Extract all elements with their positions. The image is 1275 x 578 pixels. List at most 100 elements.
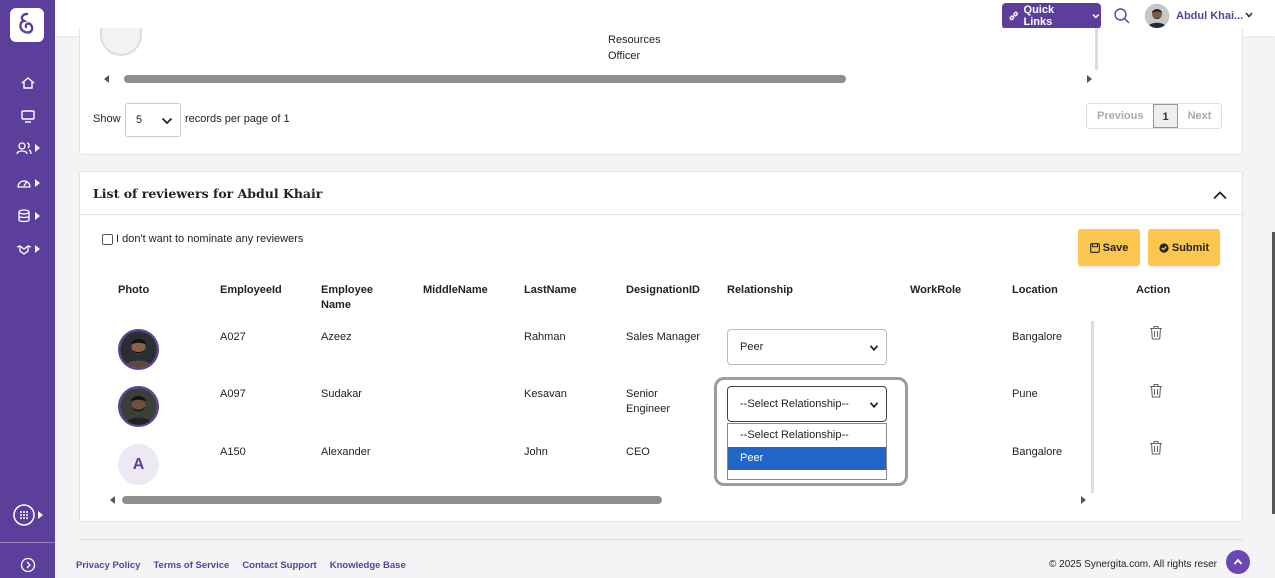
expand-caret-icon bbox=[37, 511, 43, 519]
page-size-value: 5 bbox=[136, 114, 143, 126]
scrollbar-thumb[interactable] bbox=[122, 496, 662, 504]
records-per-page-label: records per page of 1 bbox=[185, 113, 290, 125]
employee-photo bbox=[118, 386, 159, 427]
horizontal-scrollbar[interactable] bbox=[104, 75, 1092, 83]
no-nomination-checkbox[interactable]: I don't want to nominate any reviewers bbox=[102, 233, 303, 245]
employee-records-panel: Resources Officer Show 5 records per pag… bbox=[79, 28, 1243, 155]
scroll-left-arrow-icon[interactable] bbox=[110, 496, 115, 504]
synergita-logo-icon bbox=[19, 12, 34, 34]
save-label: Save bbox=[1102, 241, 1129, 254]
designation-line: Engineer bbox=[626, 403, 671, 415]
terms-of-service-link[interactable]: Terms of Service bbox=[153, 560, 229, 571]
relationship-value: Peer bbox=[740, 341, 764, 353]
reviewers-panel-title: List of reviewers for Abdul Khair bbox=[93, 186, 323, 201]
vertical-scrollbar[interactable] bbox=[1091, 321, 1094, 493]
submit-button[interactable]: Submit bbox=[1148, 229, 1220, 266]
gauge-icon[interactable] bbox=[0, 172, 55, 194]
chevron-down-icon bbox=[869, 345, 879, 352]
employee-name-cell: Sudakar bbox=[321, 388, 362, 400]
copyright-text: © 2025 Synergita.com. All rights reser bbox=[1049, 559, 1217, 570]
last-name-cell: Kesavan bbox=[524, 388, 567, 400]
location-cell: Bangalore bbox=[1012, 331, 1063, 343]
quick-links-button[interactable]: Quick Links bbox=[1002, 3, 1101, 29]
column-header-employee-id[interactable]: EmployeeId bbox=[220, 283, 282, 298]
designation-line: Officer bbox=[608, 50, 641, 62]
page-size-select[interactable]: 5 bbox=[125, 103, 181, 137]
column-header-last-name[interactable]: LastName bbox=[524, 283, 577, 298]
submit-label: Submit bbox=[1171, 241, 1210, 254]
user-name[interactable]: Abdul Khai... bbox=[1176, 10, 1243, 22]
expand-caret-icon bbox=[34, 144, 40, 152]
page-number-button[interactable]: 1 bbox=[1153, 104, 1178, 128]
column-header-work-role[interactable]: WorkRole bbox=[910, 283, 961, 298]
designation-cell: Sales Manager bbox=[626, 331, 700, 343]
designation-cell: Senior Engineer bbox=[626, 387, 670, 417]
scroll-right-arrow-icon[interactable] bbox=[1087, 75, 1092, 83]
employee-name-cell: Azeez bbox=[321, 331, 352, 343]
checkbox[interactable] bbox=[102, 233, 113, 245]
column-header-action: Action bbox=[1136, 284, 1171, 296]
previous-page-button[interactable]: Previous bbox=[1087, 104, 1153, 128]
expand-caret-icon bbox=[34, 212, 40, 220]
designation-line: Resources bbox=[608, 34, 661, 46]
search-icon[interactable] bbox=[1113, 7, 1131, 25]
last-name-cell: John bbox=[524, 446, 548, 458]
handshake-icon[interactable] bbox=[0, 238, 55, 260]
people-icon[interactable] bbox=[0, 137, 55, 159]
reviewers-panel-header[interactable]: List of reviewers for Abdul Khair bbox=[80, 172, 1242, 215]
check-circle-icon bbox=[1159, 242, 1169, 253]
column-header-text: Employee bbox=[321, 284, 373, 296]
apps-grid-icon[interactable] bbox=[0, 504, 55, 526]
sidebar-divider bbox=[0, 542, 55, 543]
show-label: Show bbox=[93, 113, 121, 125]
database-icon[interactable] bbox=[0, 205, 55, 227]
scroll-left-arrow-icon[interactable] bbox=[104, 75, 109, 83]
horizontal-scrollbar[interactable] bbox=[110, 496, 1086, 504]
trash-icon[interactable] bbox=[1149, 440, 1163, 455]
privacy-policy-link[interactable]: Privacy Policy bbox=[76, 560, 140, 571]
column-header-employee-name[interactable]: Employee Name bbox=[321, 283, 373, 313]
trash-icon[interactable] bbox=[1149, 325, 1163, 340]
focus-highlight-outline bbox=[714, 377, 908, 486]
employee-id-cell: A027 bbox=[220, 331, 246, 343]
relationship-select[interactable]: Peer bbox=[727, 329, 887, 365]
knowledge-base-link[interactable]: Knowledge Base bbox=[330, 560, 406, 571]
trash-icon[interactable] bbox=[1149, 383, 1163, 398]
pagination: Previous 1 Next bbox=[1086, 103, 1223, 129]
user-menu-chevron-icon[interactable] bbox=[1244, 10, 1254, 20]
link-icon bbox=[1009, 11, 1019, 21]
next-page-button[interactable]: Next bbox=[1178, 104, 1222, 128]
employee-id-cell: A097 bbox=[220, 388, 246, 400]
expand-caret-icon bbox=[34, 245, 40, 253]
designation-line: Senior bbox=[626, 388, 658, 400]
scroll-right-arrow-icon[interactable] bbox=[1081, 496, 1086, 504]
column-header-designation[interactable]: DesignationID bbox=[626, 283, 700, 298]
collapse-sidebar-icon[interactable] bbox=[0, 554, 55, 576]
quick-links-label: Quick Links bbox=[1023, 4, 1055, 28]
home-icon[interactable] bbox=[0, 72, 55, 94]
scroll-to-top-button[interactable] bbox=[1226, 550, 1250, 574]
scrollbar-thumb[interactable] bbox=[124, 75, 846, 83]
employee-name-cell: Alexander bbox=[321, 446, 371, 458]
placeholder-avatar bbox=[100, 28, 142, 56]
monitor-icon[interactable] bbox=[0, 105, 55, 127]
designation-cell: CEO bbox=[626, 446, 650, 458]
chevron-up-icon bbox=[1233, 558, 1243, 565]
user-avatar[interactable] bbox=[1145, 4, 1169, 28]
sidebar bbox=[0, 0, 55, 578]
column-header-middle-name[interactable]: MiddleName bbox=[423, 283, 488, 298]
chevron-up-icon[interactable] bbox=[1212, 189, 1228, 201]
app-logo[interactable] bbox=[10, 8, 44, 42]
column-header-relationship[interactable]: Relationship bbox=[727, 283, 793, 298]
location-cell: Bangalore bbox=[1012, 446, 1063, 458]
save-button[interactable]: Save bbox=[1078, 229, 1140, 266]
employee-photo bbox=[118, 329, 159, 370]
column-header-location[interactable]: Location bbox=[1012, 283, 1058, 298]
last-name-cell: Rahman bbox=[524, 331, 566, 343]
column-header-photo[interactable]: Photo bbox=[118, 283, 149, 298]
chevron-down-icon bbox=[1092, 14, 1100, 19]
vertical-scrollbar[interactable] bbox=[1095, 28, 1098, 70]
no-nomination-label: I don't want to nominate any reviewers bbox=[116, 233, 304, 245]
contact-support-link[interactable]: Contact Support bbox=[242, 560, 316, 571]
floppy-disk-icon bbox=[1089, 242, 1100, 253]
